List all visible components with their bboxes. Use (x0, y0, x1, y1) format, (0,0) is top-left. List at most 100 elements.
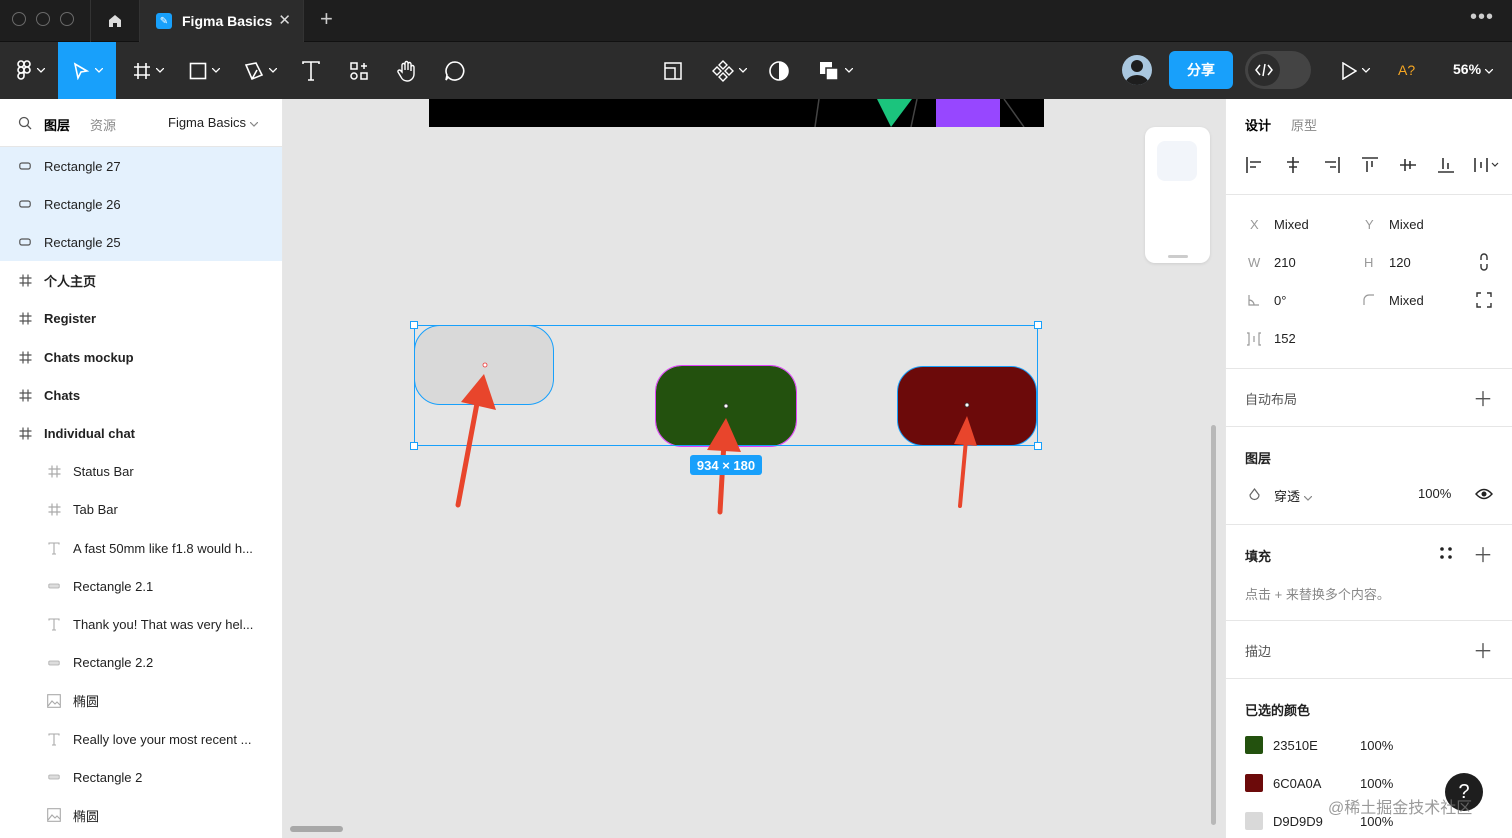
text-tool-button[interactable] (294, 42, 328, 99)
image-icon (47, 808, 61, 823)
close-window-button[interactable] (12, 12, 26, 26)
layer-row[interactable]: Really love your most recent ... (0, 720, 282, 758)
main-menu-button[interactable] (4, 42, 56, 99)
minimize-window-button[interactable] (36, 12, 50, 26)
color-swatch[interactable] (1245, 774, 1263, 792)
mini-phone-frame[interactable] (1145, 127, 1210, 263)
align-top-button[interactable] (1360, 155, 1380, 175)
align-right-button[interactable] (1322, 155, 1342, 175)
resize-handle-top-left[interactable] (410, 321, 418, 329)
align-vertical-center-button[interactable] (1398, 155, 1418, 175)
color-swatch[interactable] (1245, 812, 1263, 830)
layer-row[interactable]: Register (0, 300, 282, 338)
home-tab[interactable] (90, 0, 140, 42)
more-options-button[interactable]: ••• (1470, 6, 1494, 29)
crop-button[interactable] (656, 42, 690, 99)
resize-handle-bottom-right[interactable] (1034, 442, 1042, 450)
pen-icon (244, 61, 263, 80)
close-tab-icon[interactable]: ✕ (278, 11, 291, 29)
move-tool-button[interactable] (58, 42, 116, 99)
layer-name: 椭圆 (73, 808, 100, 824)
width-input[interactable]: 210 (1274, 255, 1296, 270)
resources-tool-button[interactable] (342, 42, 376, 99)
layer-row[interactable]: Chats (0, 376, 282, 414)
mask-button[interactable] (762, 42, 796, 99)
layer-row[interactable]: A fast 50mm like f1.8 would h... (0, 529, 282, 567)
color-hex[interactable]: D9D9D9 (1273, 814, 1323, 829)
share-button[interactable]: 分享 (1169, 51, 1233, 89)
dev-mode-toggle[interactable] (1245, 51, 1311, 89)
color-swatch[interactable] (1245, 736, 1263, 754)
color-hex[interactable]: 6C0A0A (1273, 776, 1321, 791)
page-name: Figma Basics (168, 115, 247, 130)
present-button[interactable] (1334, 42, 1376, 99)
chevron-down-icon (844, 68, 853, 73)
spacing-input[interactable]: 152 (1274, 331, 1296, 346)
align-horizontal-center-button[interactable] (1283, 155, 1303, 175)
rotation-input[interactable]: 0° (1274, 293, 1286, 308)
layer-row[interactable]: Rectangle 2.1 (0, 567, 282, 605)
color-hex[interactable]: 23510E (1273, 738, 1318, 753)
tab-design[interactable]: 设计 (1245, 115, 1271, 134)
layer-row[interactable]: Tab Bar (0, 491, 282, 529)
component-button[interactable] (706, 42, 752, 99)
user-avatar[interactable] (1122, 55, 1152, 85)
style-grid-icon[interactable] (1439, 546, 1453, 560)
boolean-button[interactable] (812, 42, 858, 99)
layer-name: Rectangle 2.2 (73, 655, 154, 671)
layer-row[interactable]: Rectangle 27 (0, 147, 282, 185)
shape-tool-button[interactable] (180, 42, 228, 99)
auto-layout-title: 自动布局 (1245, 392, 1298, 407)
zoom-dropdown[interactable]: 56% (1453, 61, 1494, 77)
layer-row[interactable]: Rectangle 26 (0, 185, 282, 224)
layer-row[interactable]: Rectangle 2 (0, 758, 282, 796)
new-tab-button[interactable]: + (320, 6, 333, 32)
chevron-down-icon (211, 68, 220, 73)
tab-assets[interactable]: 资源 (90, 115, 116, 134)
layer-row[interactable]: 椭圆 (0, 796, 282, 834)
vertical-scrollbar[interactable] (1211, 425, 1216, 825)
resize-handle-top-right[interactable] (1034, 321, 1042, 329)
blend-mode-dropdown[interactable]: 穿透 (1274, 486, 1313, 505)
layer-row[interactable]: Status Bar (0, 453, 282, 491)
align-left-button[interactable] (1244, 155, 1264, 175)
eye-icon[interactable] (1475, 488, 1493, 500)
layer-row[interactable]: 个人主页 (0, 262, 282, 300)
color-opacity[interactable]: 100% (1360, 738, 1393, 753)
search-icon[interactable] (18, 116, 32, 130)
add-stroke-button[interactable]: ＋ (1473, 635, 1493, 664)
add-auto-layout-button[interactable]: ＋ (1473, 383, 1493, 412)
resize-handle-bottom-left[interactable] (410, 442, 418, 450)
missing-fonts-button[interactable]: A? (1398, 62, 1415, 78)
x-input[interactable]: Mixed (1274, 217, 1309, 232)
y-input[interactable]: Mixed (1389, 217, 1424, 232)
layer-row[interactable]: Rectangle 2.2 (0, 644, 282, 682)
frame-tool-button[interactable] (124, 42, 172, 99)
independent-corners-icon[interactable] (1476, 292, 1492, 308)
layer-opacity-input[interactable]: 100% (1418, 486, 1451, 501)
layer-row[interactable]: Chats mockup (0, 338, 282, 376)
height-input[interactable]: 120 (1389, 255, 1411, 270)
pen-tool-button[interactable] (236, 42, 284, 99)
layer-row[interactable]: Rectangle 25 (0, 223, 282, 262)
color-opacity[interactable]: 100% (1360, 776, 1393, 791)
comment-tool-button[interactable] (438, 42, 472, 99)
add-fill-button[interactable]: ＋ (1473, 539, 1493, 568)
layer-name: 椭圆 (73, 694, 100, 710)
mask-icon (769, 60, 789, 81)
constrain-proportions-icon[interactable] (1477, 253, 1491, 271)
page-selector[interactable]: Figma Basics (168, 115, 259, 130)
h-label: H (1364, 255, 1374, 270)
align-bottom-button[interactable] (1436, 155, 1456, 175)
corner-radius-input[interactable]: Mixed (1389, 293, 1424, 308)
file-tab[interactable]: ✎ Figma Basics ✕ (140, 0, 304, 42)
hand-tool-button[interactable] (390, 42, 424, 99)
layer-row[interactable]: 椭圆 (0, 682, 282, 720)
layer-row[interactable]: Individual chat (0, 414, 282, 452)
layer-row[interactable]: Thank you! That was very hel... (0, 605, 282, 643)
maximize-window-button[interactable] (60, 12, 74, 26)
tab-layers[interactable]: 图层 (44, 115, 70, 134)
tab-prototype[interactable]: 原型 (1291, 115, 1317, 134)
distribute-button[interactable] (1472, 155, 1502, 175)
horizontal-scrollbar[interactable] (290, 826, 343, 832)
